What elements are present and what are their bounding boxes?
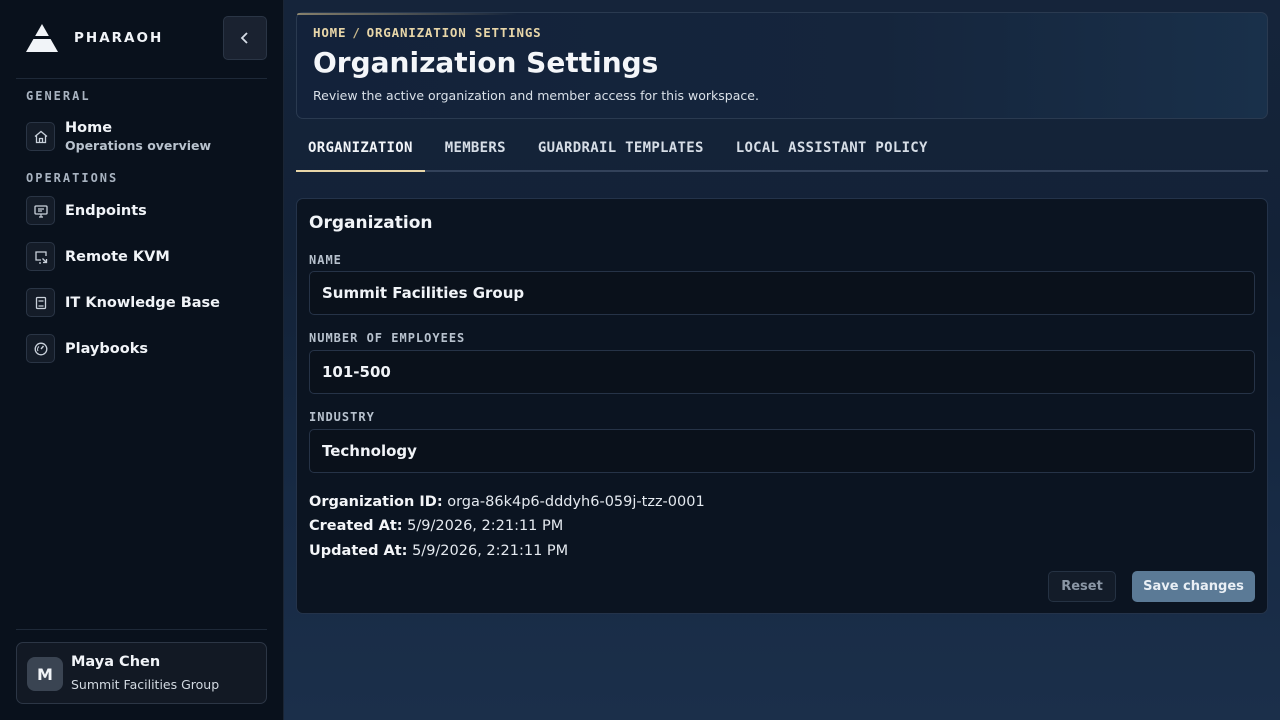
sidebar-item-label: IT Knowledge Base [65,294,220,311]
sidebar-item-label: Endpoints [65,202,147,219]
collapse-sidebar-button[interactable] [223,16,267,60]
tab-organization[interactable]: ORGANIZATION [296,128,425,172]
number-of-employees-field[interactable] [309,350,1255,394]
sidebar-item-it-knowledge-base[interactable]: IT Knowledge Base [26,288,220,317]
pharaoh-logo-icon [24,22,60,54]
breadcrumb-separator: / [352,25,361,40]
meta-key: Updated At: [309,543,408,559]
tab-members[interactable]: MEMBERS [433,128,518,172]
sidebar: PHARAOH GENERAL Home Operations overview… [0,0,284,720]
remote-screen-icon [26,242,55,271]
book-icon [26,288,55,317]
breadcrumb-home-link[interactable]: HOME [313,25,346,40]
page-title: Organization Settings [313,46,659,79]
breadcrumb: HOME / ORGANIZATION SETTINGS [313,25,541,40]
meta-value: 5/9/2026, 2:21:11 PM [407,518,564,534]
section-operations-title: OPERATIONS [26,171,119,185]
meta-value: orga-86k4p6-dddyh6-059j-tzz-0001 [447,494,705,510]
organization-id: Organization ID: orga-86k4p6-dddyh6-059j… [309,494,705,510]
tab-local-assistant-policy[interactable]: LOCAL ASSISTANT POLICY [724,128,940,172]
breadcrumb-current: ORGANIZATION SETTINGS [366,25,542,40]
sidebar-item-sublabel: Operations overview [65,138,212,153]
organization-name-input[interactable] [309,271,1255,315]
avatar: M [27,657,63,691]
organization-panel: Organization NAME NUMBER OF EMPLOYEES IN… [296,198,1268,614]
brand[interactable]: PHARAOH [24,22,163,54]
sidebar-item-label: Home [65,120,113,136]
user-name: Maya Chen [71,654,161,670]
name-label: NAME [309,253,342,267]
industry-label: INDUSTRY [309,410,375,424]
main-content: HOME / ORGANIZATION SETTINGS Organizatio… [284,0,1280,720]
page-description: Review the active organization and membe… [313,88,759,103]
brand-name: PHARAOH [74,30,164,46]
meta-key: Created At: [309,518,403,534]
created-at: Created At: 5/9/2026, 2:21:11 PM [309,518,563,534]
sidebar-item-home[interactable]: Home Operations overview [26,120,211,153]
employees-label: NUMBER OF EMPLOYEES [309,331,466,345]
updated-at: Updated At: 5/9/2026, 2:21:11 PM [309,543,568,559]
sidebar-item-label: Remote KVM [65,248,170,265]
sidebar-item-endpoints[interactable]: Endpoints [26,196,147,225]
sidebar-item-playbooks[interactable]: Playbooks [26,334,148,363]
user-card[interactable]: M Maya Chen Summit Facilities Group [16,642,267,704]
user-organization: Summit Facilities Group [71,677,220,692]
reset-button[interactable]: Reset [1048,571,1116,602]
page-header: HOME / ORGANIZATION SETTINGS Organizatio… [296,12,1268,119]
chevron-left-icon [240,32,248,44]
meta-value: 5/9/2026, 2:21:11 PM [412,543,569,559]
section-general-title: GENERAL [26,89,91,103]
sidebar-divider [16,629,267,630]
meta-key: Organization ID: [309,494,443,510]
sidebar-divider [16,78,267,79]
save-changes-button[interactable]: Save changes [1132,571,1255,602]
industry-field[interactable] [309,429,1255,473]
monitor-icon [26,196,55,225]
tab-guardrail-templates[interactable]: GUARDRAIL TEMPLATES [526,128,716,172]
home-icon [26,122,55,151]
settings-tabs: ORGANIZATION MEMBERS GUARDRAIL TEMPLATES… [296,128,1268,172]
sidebar-item-label: Playbooks [65,340,148,357]
sidebar-item-remote-kvm[interactable]: Remote KVM [26,242,170,271]
panel-title: Organization [309,213,433,233]
gauge-icon [26,334,55,363]
